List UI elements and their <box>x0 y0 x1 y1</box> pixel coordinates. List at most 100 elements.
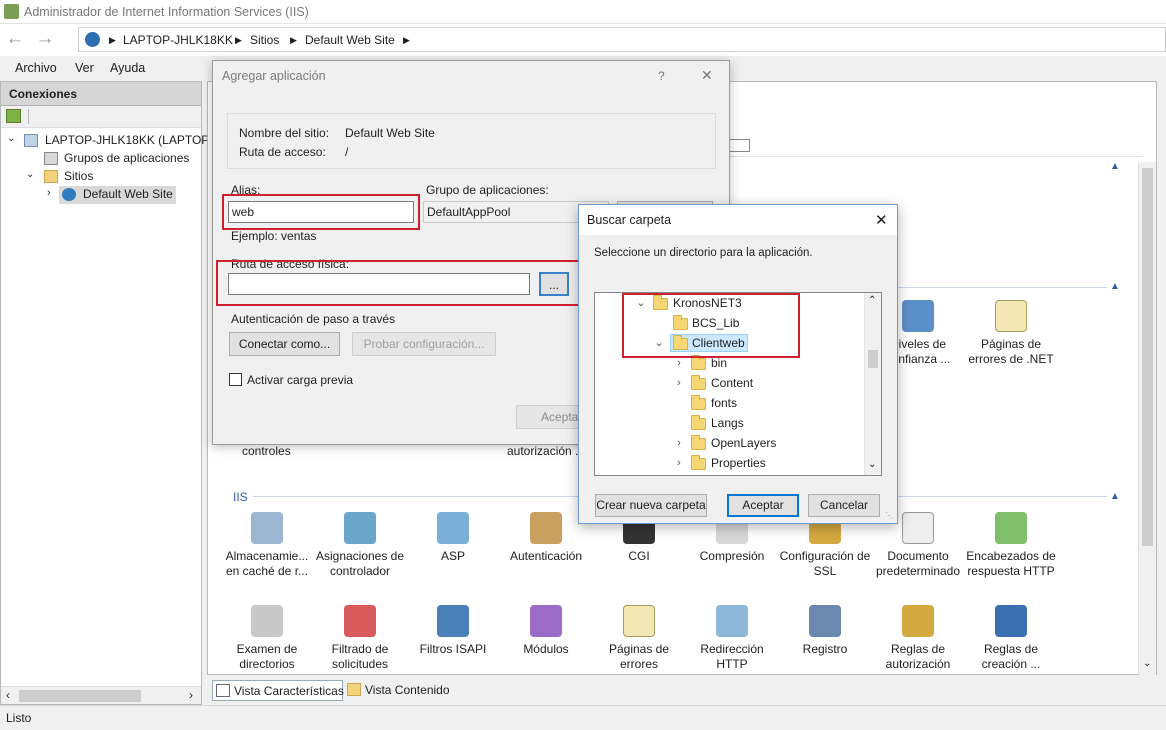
accept-button[interactable]: Aceptar <box>727 494 799 517</box>
tab-content-view[interactable]: Vista Contenido <box>345 680 457 701</box>
feature-error-pages[interactable]: Páginas de errores <box>591 605 687 672</box>
feature-directory-browsing[interactable]: Examen de directorios <box>219 605 315 672</box>
globe-icon <box>85 32 100 47</box>
collapse-group-icon[interactable]: ▲ <box>1110 161 1120 172</box>
tree-node-openlayers[interactable]: › OpenLayers <box>673 433 833 453</box>
request-filtering-icon <box>344 605 376 637</box>
folder-tree-scrollbar[interactable]: ⌃ ⌄ <box>864 293 881 475</box>
feature-authorization-rules[interactable]: Reglas de autorización <box>870 605 966 672</box>
connect-as-button[interactable]: Conectar como... <box>229 332 340 356</box>
connections-hscrollbar[interactable]: ‹ › <box>1 686 201 704</box>
path-value: / <box>345 145 349 159</box>
crumb-separator-icon: ▶ <box>290 35 297 45</box>
expand-icon[interactable]: › <box>47 187 51 199</box>
preload-checkbox[interactable] <box>229 373 242 386</box>
feature-label-controls: controles <box>242 444 291 458</box>
tree-item-sites[interactable]: ⌄ Sitios <box>7 168 197 186</box>
default-document-icon <box>902 512 934 544</box>
feature-http-headers[interactable]: Encabezados de respuesta HTTP <box>963 512 1059 579</box>
server-icon <box>24 134 38 147</box>
tree-node-properties[interactable]: › Properties <box>673 453 833 473</box>
connections-header: Conexiones <box>1 82 201 106</box>
collapse-icon[interactable]: ⌄ <box>26 169 34 180</box>
scroll-right-icon[interactable]: › <box>189 688 193 702</box>
breadcrumb-site[interactable]: Default Web Site <box>305 33 395 47</box>
site-info-box <box>227 113 716 169</box>
crumb-separator-icon: ▶ <box>403 35 410 45</box>
feature-authoring-rules[interactable]: Reglas de creación ... <box>963 605 1059 672</box>
resize-grip-icon[interactable]: ⋱ <box>885 511 893 520</box>
feature-isapi-filters[interactable]: Filtros ISAPI <box>405 605 501 657</box>
close-icon[interactable]: ✕ <box>875 211 888 229</box>
alias-highlight <box>222 194 420 230</box>
forward-arrow-icon[interactable]: → <box>34 29 56 51</box>
feature-net-error-pages[interactable]: Páginas de errores de .NET <box>963 300 1059 367</box>
test-settings-button[interactable]: Probar configuración... <box>352 332 496 356</box>
back-arrow-icon[interactable]: ← <box>4 29 26 51</box>
scroll-thumb[interactable] <box>19 690 141 702</box>
folder-icon <box>691 355 706 370</box>
features-view-icon <box>216 684 230 697</box>
connect-icon[interactable] <box>6 109 21 123</box>
expand-chevron-icon[interactable]: › <box>673 437 685 449</box>
net-error-pages-icon <box>995 300 1027 332</box>
collapse-group-icon[interactable]: ▲ <box>1110 491 1120 502</box>
feature-modules[interactable]: Módulos <box>498 605 594 657</box>
scroll-down-icon[interactable]: ⌄ <box>1143 658 1151 669</box>
dialog-title: Buscar carpeta <box>587 213 672 227</box>
scroll-left-icon[interactable]: ‹ <box>6 688 10 702</box>
features-vscrollbar[interactable]: ⌄ <box>1138 162 1156 676</box>
collapse-icon[interactable]: ⌄ <box>7 133 15 144</box>
expand-chevron-icon[interactable]: › <box>673 377 685 389</box>
folder-icon <box>691 455 706 470</box>
feature-logging[interactable]: Registro <box>777 605 873 657</box>
folder-icon <box>691 375 706 390</box>
feature-output-cache[interactable]: Almacenamie... en caché de r... <box>219 512 315 579</box>
close-icon[interactable]: ✕ <box>701 67 713 84</box>
address-bar[interactable]: ▶ LAPTOP-JHLK18KK ▶ Sitios ▶ Default Web… <box>78 27 1166 52</box>
preload-label: Activar carga previa <box>247 373 354 387</box>
status-text: Listo <box>6 711 32 725</box>
feature-request-filtering[interactable]: Filtrado de solicitudes <box>312 605 408 672</box>
tree-item-app-pools[interactable]: Grupos de aplicaciones <box>7 150 197 168</box>
authentication-icon <box>530 512 562 544</box>
menu-archivo[interactable]: Archivo <box>15 61 57 75</box>
menu-ayuda[interactable]: Ayuda <box>110 61 145 75</box>
folder-highlight <box>622 293 800 358</box>
toolbar-divider <box>28 109 29 124</box>
folder-icon <box>691 415 706 430</box>
scroll-up-icon[interactable]: ⌃ <box>868 295 876 306</box>
scroll-thumb[interactable] <box>1142 168 1153 546</box>
iis-app-icon <box>4 4 19 19</box>
expand-chevron-icon[interactable]: › <box>673 457 685 469</box>
tree-node-fonts[interactable]: fonts <box>673 393 833 413</box>
tree-node-content[interactable]: › Content <box>673 373 833 393</box>
cancel-button[interactable]: Cancelar <box>808 494 880 517</box>
scroll-thumb[interactable] <box>868 350 878 368</box>
tab-features-view[interactable]: Vista Características <box>212 680 344 701</box>
help-icon[interactable]: ? <box>658 69 665 83</box>
feature-handler-mappings[interactable]: Asignaciones de controlador <box>312 512 408 579</box>
authoring-rules-icon <box>995 605 1027 637</box>
new-folder-button[interactable]: Crear nueva carpeta <box>595 494 707 517</box>
path-label: Ruta de acceso: <box>239 145 326 159</box>
app-pools-icon <box>44 152 58 165</box>
tree-item-default-web-site[interactable]: › Default Web Site <box>7 186 197 204</box>
logging-icon <box>809 605 841 637</box>
menu-ver[interactable]: Ver <box>75 61 94 75</box>
window-title: Administrador de Internet Information Se… <box>24 5 309 19</box>
feature-label-authorization: autorización ... <box>507 444 586 458</box>
feature-asp[interactable]: ASP <box>405 512 501 564</box>
trust-levels-icon <box>902 300 934 332</box>
scroll-down-icon[interactable]: ⌄ <box>868 459 876 470</box>
tree-node-langs[interactable]: Langs <box>673 413 833 433</box>
collapse-group-icon[interactable]: ▲ <box>1110 281 1120 292</box>
feature-http-redirect[interactable]: Redirección HTTP <box>684 605 780 672</box>
breadcrumb-sites[interactable]: Sitios <box>250 33 279 47</box>
view-mode-icon[interactable] <box>728 139 750 152</box>
expand-chevron-icon[interactable]: › <box>673 357 685 369</box>
connections-panel: Conexiones ⌄ LAPTOP-JHLK18KK (LAPTOP- Gr… <box>0 81 213 705</box>
tree-item-server[interactable]: ⌄ LAPTOP-JHLK18KK (LAPTOP- <box>7 132 213 150</box>
breadcrumb-host[interactable]: LAPTOP-JHLK18KK <box>123 33 233 47</box>
site-name-value: Default Web Site <box>345 126 435 140</box>
